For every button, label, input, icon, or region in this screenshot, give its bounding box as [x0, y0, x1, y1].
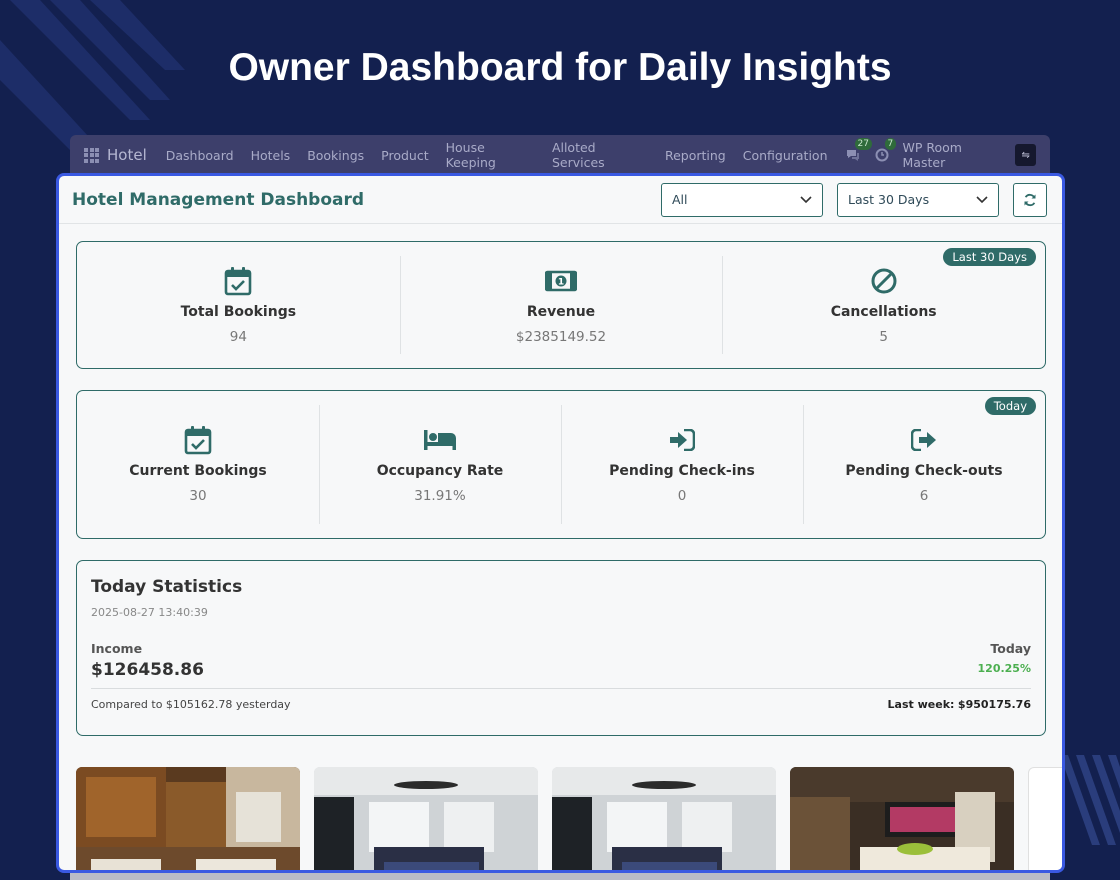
- stat-revenue: 1 Revenue $2385149.52: [399, 242, 723, 368]
- stat-value: 31.91%: [414, 488, 466, 504]
- stat-label: Pending Check-ins: [609, 463, 755, 479]
- date-range-value: Last 30 Days: [848, 192, 930, 207]
- nav-item-product[interactable]: Product: [381, 148, 428, 163]
- today-statistics-datetime: 2025-08-27 13:40:39: [91, 606, 208, 619]
- calendar-check-icon: [225, 266, 252, 295]
- refresh-button[interactable]: [1013, 182, 1047, 217]
- hotel-filter-value: All: [672, 192, 688, 207]
- calendar-check-icon: [184, 426, 212, 455]
- svg-text:1: 1: [558, 277, 564, 287]
- nav-item-hotels[interactable]: Hotels: [251, 148, 291, 163]
- brand-label: Hotel: [107, 146, 147, 164]
- chevron-down-icon: [976, 195, 988, 203]
- stat-value: 94: [229, 328, 247, 345]
- today-statistics-card: Today Statistics 2025-08-27 13:40:39 Inc…: [76, 560, 1046, 736]
- panel-bottom-edge: [70, 872, 1050, 880]
- nav-item-alloted-services[interactable]: Alloted Services: [552, 140, 648, 170]
- user-menu[interactable]: WP Room Master: [903, 140, 1002, 170]
- last-week-label: Last week:: [887, 698, 955, 711]
- sign-out-icon: [911, 429, 936, 451]
- decorative-stripes-corner: [1060, 755, 1120, 845]
- stat-label: Current Bookings: [129, 463, 267, 479]
- notifications-button[interactable]: 7: [875, 138, 897, 162]
- stat-value: 5: [879, 328, 888, 345]
- date-range-select[interactable]: Last 30 Days: [837, 182, 999, 217]
- today-card: Today Current Bookings 30 Occupancy Rate…: [76, 390, 1046, 539]
- ban-icon: [871, 268, 897, 293]
- stat-total-bookings: Total Bookings 94: [77, 242, 400, 368]
- clock-icon: [875, 148, 889, 162]
- compared-text: Compared to $105162.78 yesterday: [91, 698, 291, 711]
- stat-occupancy-rate: Occupancy Rate 31.91%: [319, 391, 561, 538]
- today-statistics-title: Today Statistics: [91, 577, 243, 597]
- notifications-count-badge: 7: [884, 138, 897, 150]
- room-image[interactable]: [314, 767, 538, 870]
- room-image[interactable]: [552, 767, 776, 870]
- messages-count-badge: 27: [854, 138, 872, 150]
- refresh-icon: [1024, 193, 1036, 206]
- stat-value: 6: [919, 488, 929, 504]
- room-gallery: [76, 767, 1062, 870]
- money-bill-icon: 1: [545, 270, 577, 291]
- stat-label: Occupancy Rate: [376, 463, 504, 479]
- nav-item-reporting[interactable]: Reporting: [665, 148, 726, 163]
- nav-item-configuration[interactable]: Configuration: [743, 148, 828, 163]
- sync-icon[interactable]: ⇋: [1015, 144, 1036, 166]
- hero-title: Owner Dashboard for Daily Insights: [228, 46, 892, 89]
- nav-brand[interactable]: Hotel: [84, 146, 147, 164]
- stat-value: 30: [189, 488, 207, 504]
- nav-item-dashboard[interactable]: Dashboard: [166, 148, 234, 163]
- dashboard-panel: Hotel Management Dashboard All Last 30 D…: [56, 173, 1065, 873]
- change-percent: 120.25%: [977, 662, 1031, 675]
- stat-pending-checkins: Pending Check-ins 0: [561, 391, 803, 538]
- room-image[interactable]: [76, 767, 300, 870]
- chevron-down-icon: [800, 195, 812, 203]
- bed-icon: [424, 430, 456, 450]
- summary-card: Last 30 Days Total Bookings 94 1 Revenue…: [76, 241, 1046, 369]
- stat-cancellations: Cancellations 5: [722, 242, 1045, 368]
- nav-item-bookings[interactable]: Bookings: [307, 148, 364, 163]
- income-value: $126458.86: [91, 660, 204, 680]
- room-image-placeholder: [1028, 767, 1062, 870]
- panel-header: Hotel Management Dashboard All Last 30 D…: [59, 176, 1062, 224]
- messages-button[interactable]: 27: [845, 138, 872, 162]
- period-label: Today: [990, 641, 1031, 656]
- stat-label: Revenue: [526, 303, 596, 320]
- last-week-summary: Last week: $950175.76: [888, 698, 1031, 711]
- room-image[interactable]: [790, 767, 1014, 870]
- sign-in-icon: [670, 429, 695, 451]
- apps-grid-icon[interactable]: [84, 147, 99, 163]
- stat-pending-checkouts: Pending Check-outs 6: [803, 391, 1045, 538]
- stat-value: 0: [677, 488, 687, 504]
- top-navbar: Hotel Dashboard Hotels Bookings Product …: [70, 135, 1050, 175]
- page-title: Hotel Management Dashboard: [72, 189, 365, 210]
- last-week-value: $950175.76: [957, 698, 1031, 711]
- hotel-filter-select[interactable]: All: [661, 182, 823, 217]
- stat-label: Cancellations: [830, 303, 937, 320]
- divider: [91, 688, 1031, 689]
- stat-label: Total Bookings: [180, 303, 297, 320]
- stat-current-bookings: Current Bookings 30: [77, 391, 319, 538]
- stat-value: $2385149.52: [515, 328, 607, 345]
- chat-icon: [846, 150, 859, 161]
- stat-label: Pending Check-outs: [845, 463, 1003, 479]
- income-label: Income: [91, 641, 143, 656]
- nav-item-house-keeping[interactable]: House Keeping: [446, 140, 535, 170]
